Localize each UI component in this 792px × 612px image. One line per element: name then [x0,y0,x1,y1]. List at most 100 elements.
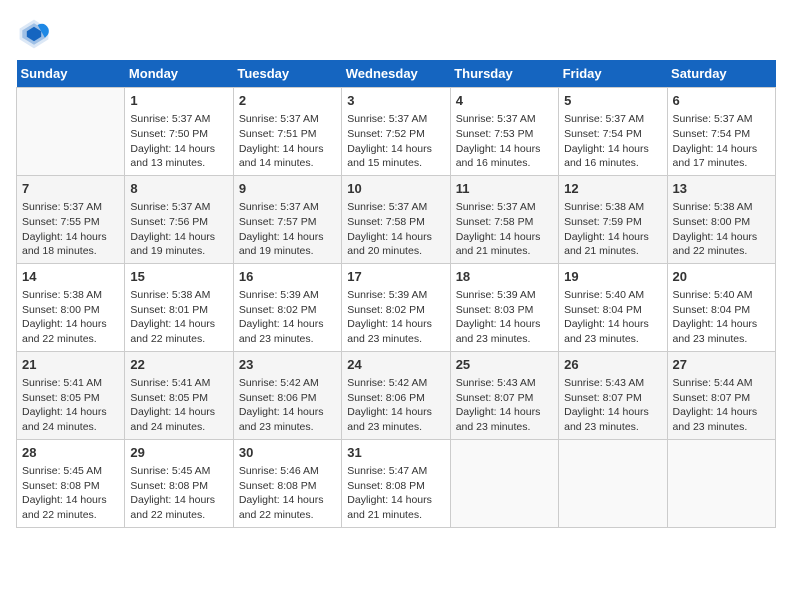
day-number: 13 [673,180,770,198]
calendar-week-2: 7Sunrise: 5:37 AMSunset: 7:55 PMDaylight… [17,175,776,263]
calendar-cell: 11 Sunrise: 5:37 AMSunset: 7:58 PMDayligh… [450,175,558,263]
day-header-wednesday: Wednesday [342,60,450,88]
day-info: Sunrise: 5:44 AMSunset: 8:07 PMDaylight:… [673,376,770,435]
day-info: Sunrise: 5:43 AMSunset: 8:07 PMDaylight:… [564,376,661,435]
day-info: Sunrise: 5:45 AMSunset: 8:08 PMDaylight:… [22,464,119,523]
day-info: Sunrise: 5:43 AMSunset: 8:07 PMDaylight:… [456,376,553,435]
day-header-friday: Friday [559,60,667,88]
calendar-week-5: 28Sunrise: 5:45 AMSunset: 8:08 PMDayligh… [17,439,776,527]
day-number: 11 [456,180,553,198]
calendar-cell [17,88,125,176]
calendar-cell [667,439,775,527]
calendar-cell: 10Sunrise: 5:37 AMSunset: 7:58 PMDayligh… [342,175,450,263]
day-info: Sunrise: 5:37 AMSunset: 7:57 PMDaylight:… [239,200,336,259]
day-info: Sunrise: 5:41 AMSunset: 8:05 PMDaylight:… [22,376,119,435]
day-info: Sunrise: 5:37 AMSunset: 7:53 PMDaylight:… [456,112,553,171]
calendar-cell: 1Sunrise: 5:37 AMSunset: 7:50 PMDaylight… [125,88,233,176]
logo-icon [16,16,52,52]
day-info: Sunrise: 5:42 AMSunset: 8:06 PMDaylight:… [347,376,444,435]
day-number: 17 [347,268,444,286]
day-number: 19 [564,268,661,286]
day-info: Sunrise: 5:37 AMSunset: 7:58 PMDaylight:… [347,200,444,259]
day-header-sunday: Sunday [17,60,125,88]
day-header-saturday: Saturday [667,60,775,88]
calendar-cell: 31Sunrise: 5:47 AMSunset: 8:08 PMDayligh… [342,439,450,527]
calendar-cell: 18 Sunrise: 5:39 AMSunset: 8:03 PMDayligh… [450,263,558,351]
day-info: Sunrise: 5:42 AMSunset: 8:06 PMDaylight:… [239,376,336,435]
day-number: 6 [673,92,770,110]
calendar-week-1: 1Sunrise: 5:37 AMSunset: 7:50 PMDaylight… [17,88,776,176]
day-number: 21 [22,356,119,374]
calendar-cell: 22 Sunrise: 5:41 AMSunset: 8:05 PMDayligh… [125,351,233,439]
calendar-cell: 6 Sunrise: 5:37 AMSunset: 7:54 PMDaylight… [667,88,775,176]
day-number: 25 [456,356,553,374]
day-info: Sunrise: 5:38 AMSunset: 8:01 PMDaylight:… [130,288,227,347]
calendar-cell: 14 Sunrise: 5:38 AMSunset: 8:00 PMDayligh… [17,263,125,351]
calendar-cell: 3Sunrise: 5:37 AMSunset: 7:52 PMDaylight… [342,88,450,176]
day-info: Sunrise: 5:37 AMSunset: 7:51 PMDaylight:… [239,112,336,171]
day-info: Sunrise: 5:37 AMSunset: 7:52 PMDaylight:… [347,112,444,171]
calendar-cell: 20 Sunrise: 5:40 AMSunset: 8:04 PMDayligh… [667,263,775,351]
calendar-cell: 21 Sunrise: 5:41 AMSunset: 8:05 PMDayligh… [17,351,125,439]
calendar-cell: 4Sunrise: 5:37 AMSunset: 7:53 PMDaylight… [450,88,558,176]
calendar-cell: 19 Sunrise: 5:40 AMSunset: 8:04 PMDayligh… [559,263,667,351]
calendar-cell: 25 Sunrise: 5:43 AMSunset: 8:07 PMDayligh… [450,351,558,439]
day-number: 22 [130,356,227,374]
day-number: 2 [239,92,336,110]
day-info: Sunrise: 5:46 AMSunset: 8:08 PMDaylight:… [239,464,336,523]
day-number: 29 [130,444,227,462]
calendar-cell: 2 Sunrise: 5:37 AMSunset: 7:51 PMDaylight… [233,88,341,176]
day-info: Sunrise: 5:37 AMSunset: 7:50 PMDaylight:… [130,112,227,171]
day-info: Sunrise: 5:38 AMSunset: 8:00 PMDaylight:… [22,288,119,347]
calendar-week-3: 14 Sunrise: 5:38 AMSunset: 8:00 PMDayligh… [17,263,776,351]
day-info: Sunrise: 5:40 AMSunset: 8:04 PMDaylight:… [564,288,661,347]
calendar-cell: 27 Sunrise: 5:44 AMSunset: 8:07 PMDayligh… [667,351,775,439]
day-number: 15 [130,268,227,286]
day-info: Sunrise: 5:39 AMSunset: 8:02 PMDaylight:… [239,288,336,347]
calendar-week-4: 21 Sunrise: 5:41 AMSunset: 8:05 PMDayligh… [17,351,776,439]
calendar-cell: 12Sunrise: 5:38 AMSunset: 7:59 PMDayligh… [559,175,667,263]
day-info: Sunrise: 5:37 AMSunset: 7:54 PMDaylight:… [564,112,661,171]
day-header-monday: Monday [125,60,233,88]
day-info: Sunrise: 5:37 AMSunset: 7:54 PMDaylight:… [673,112,770,171]
calendar-cell: 16 Sunrise: 5:39 AMSunset: 8:02 PMDayligh… [233,263,341,351]
calendar-cell [559,439,667,527]
calendar-cell: 8 Sunrise: 5:37 AMSunset: 7:56 PMDaylight… [125,175,233,263]
calendar-cell: 30Sunrise: 5:46 AMSunset: 8:08 PMDayligh… [233,439,341,527]
calendar-cell: 23 Sunrise: 5:42 AMSunset: 8:06 PMDayligh… [233,351,341,439]
day-number: 23 [239,356,336,374]
calendar-cell: 28Sunrise: 5:45 AMSunset: 8:08 PMDayligh… [17,439,125,527]
day-number: 31 [347,444,444,462]
calendar-cell: 5Sunrise: 5:37 AMSunset: 7:54 PMDaylight… [559,88,667,176]
day-info: Sunrise: 5:37 AMSunset: 7:56 PMDaylight:… [130,200,227,259]
day-info: Sunrise: 5:40 AMSunset: 8:04 PMDaylight:… [673,288,770,347]
day-info: Sunrise: 5:39 AMSunset: 8:02 PMDaylight:… [347,288,444,347]
calendar-table: SundayMondayTuesdayWednesdayThursdayFrid… [16,60,776,528]
calendar-cell: 29Sunrise: 5:45 AMSunset: 8:08 PMDayligh… [125,439,233,527]
day-info: Sunrise: 5:37 AMSunset: 7:55 PMDaylight:… [22,200,119,259]
page-header [16,16,776,52]
day-number: 24 [347,356,444,374]
day-header-tuesday: Tuesday [233,60,341,88]
calendar-cell: 9 Sunrise: 5:37 AMSunset: 7:57 PMDaylight… [233,175,341,263]
day-info: Sunrise: 5:38 AMSunset: 8:00 PMDaylight:… [673,200,770,259]
calendar-header-row: SundayMondayTuesdayWednesdayThursdayFrid… [17,60,776,88]
day-number: 20 [673,268,770,286]
calendar-cell: 15 Sunrise: 5:38 AMSunset: 8:01 PMDayligh… [125,263,233,351]
day-info: Sunrise: 5:37 AMSunset: 7:58 PMDaylight:… [456,200,553,259]
day-number: 9 [239,180,336,198]
day-info: Sunrise: 5:38 AMSunset: 7:59 PMDaylight:… [564,200,661,259]
day-number: 14 [22,268,119,286]
day-number: 26 [564,356,661,374]
day-number: 8 [130,180,227,198]
calendar-cell: 13 Sunrise: 5:38 AMSunset: 8:00 PMDayligh… [667,175,775,263]
day-number: 18 [456,268,553,286]
calendar-cell: 7Sunrise: 5:37 AMSunset: 7:55 PMDaylight… [17,175,125,263]
day-info: Sunrise: 5:41 AMSunset: 8:05 PMDaylight:… [130,376,227,435]
calendar-cell [450,439,558,527]
day-number: 27 [673,356,770,374]
calendar-cell: 17 Sunrise: 5:39 AMSunset: 8:02 PMDayligh… [342,263,450,351]
logo [16,16,58,52]
day-info: Sunrise: 5:39 AMSunset: 8:03 PMDaylight:… [456,288,553,347]
day-number: 16 [239,268,336,286]
